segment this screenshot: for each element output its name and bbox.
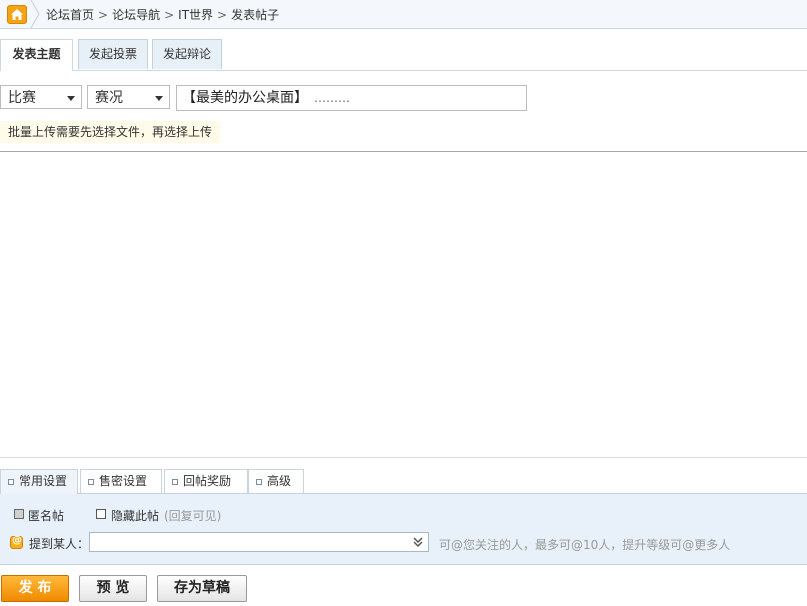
- tab-sale-settings-label: 售密设置: [99, 474, 148, 488]
- square-bullet-icon: [256, 479, 262, 485]
- tab-reply-reward-label: 回帖奖励: [183, 474, 232, 488]
- breadcrumb-divider-icon: [30, 0, 40, 28]
- square-bullet-icon: [172, 479, 178, 485]
- anonymous-label: 匿名帖: [28, 509, 65, 523]
- hide-post-hint: (回复可见): [164, 509, 222, 523]
- breadcrumb-current: 发表帖子: [231, 8, 280, 22]
- breadcrumb-it-world[interactable]: IT世界: [178, 8, 213, 22]
- subcategory-select-value: 赛况: [95, 90, 123, 106]
- tab-reply-reward[interactable]: 回帖奖励: [164, 469, 248, 493]
- home-icon[interactable]: [7, 5, 27, 24]
- mention-label: 提到某人：: [29, 537, 90, 551]
- settings-panel: [0, 494, 807, 565]
- category-select-value: 比赛: [8, 90, 36, 106]
- breadcrumb-forum-nav[interactable]: 论坛导航: [112, 8, 160, 22]
- title-input-ellipsis: ………: [314, 91, 350, 105]
- breadcrumb-separator: >: [164, 8, 175, 22]
- chevron-down-icon: [155, 96, 163, 101]
- hide-post-label: 隐藏此帖: [111, 509, 160, 523]
- save-draft-button[interactable]: 存为草稿: [157, 575, 247, 602]
- chevron-down-icon: [67, 96, 75, 101]
- hide-post-checkbox[interactable]: [96, 509, 106, 519]
- subcategory-select[interactable]: 赛况: [87, 85, 170, 109]
- title-input[interactable]: 【最美的办公桌面】 ………: [176, 85, 527, 111]
- breadcrumb: 论坛首页 > 论坛导航 > IT世界 > 发表帖子: [46, 6, 279, 23]
- breadcrumb-bar: 论坛首页 > 论坛导航 > IT世界 > 发表帖子: [0, 0, 807, 29]
- tab-sale-settings[interactable]: 售密设置: [80, 469, 162, 493]
- preview-button[interactable]: 预 览: [79, 575, 147, 602]
- title-input-value: 【最美的办公桌面】: [182, 90, 308, 106]
- tab-advanced[interactable]: 高级: [248, 469, 304, 493]
- tab-common-settings-label: 常用设置: [19, 474, 68, 488]
- post-type-tabs: 发表主题 发起投票 发起辩论: [0, 39, 807, 71]
- breadcrumb-forum-home[interactable]: 论坛首页: [46, 8, 94, 22]
- category-select[interactable]: 比赛: [0, 85, 82, 109]
- at-mention-icon: @: [10, 535, 23, 549]
- breadcrumb-separator: >: [98, 8, 109, 22]
- square-bullet-icon: [8, 479, 14, 485]
- square-bullet-icon: [88, 479, 94, 485]
- tab-common-settings[interactable]: 常用设置: [0, 469, 78, 494]
- settings-tabs: 常用设置 售密设置 回帖奖励 高级: [0, 469, 807, 494]
- tab-new-debate[interactable]: 发起辩论: [152, 39, 222, 69]
- publish-button[interactable]: 发 布: [1, 575, 69, 602]
- anonymous-checkbox[interactable]: [14, 509, 24, 519]
- mention-hint: 可@您关注的人，最多可@10人，提升等级可@更多人: [439, 538, 731, 552]
- double-chevron-down-icon[interactable]: [411, 534, 425, 550]
- tab-new-topic[interactable]: 发表主题: [0, 39, 73, 71]
- post-editor[interactable]: [0, 151, 807, 458]
- breadcrumb-separator: >: [217, 8, 228, 22]
- mention-input[interactable]: [89, 532, 429, 552]
- upload-notice: 批量上传需要先选择文件，再选择上传: [0, 121, 221, 143]
- tab-new-poll[interactable]: 发起投票: [78, 39, 148, 69]
- tab-advanced-label: 高级: [267, 474, 292, 488]
